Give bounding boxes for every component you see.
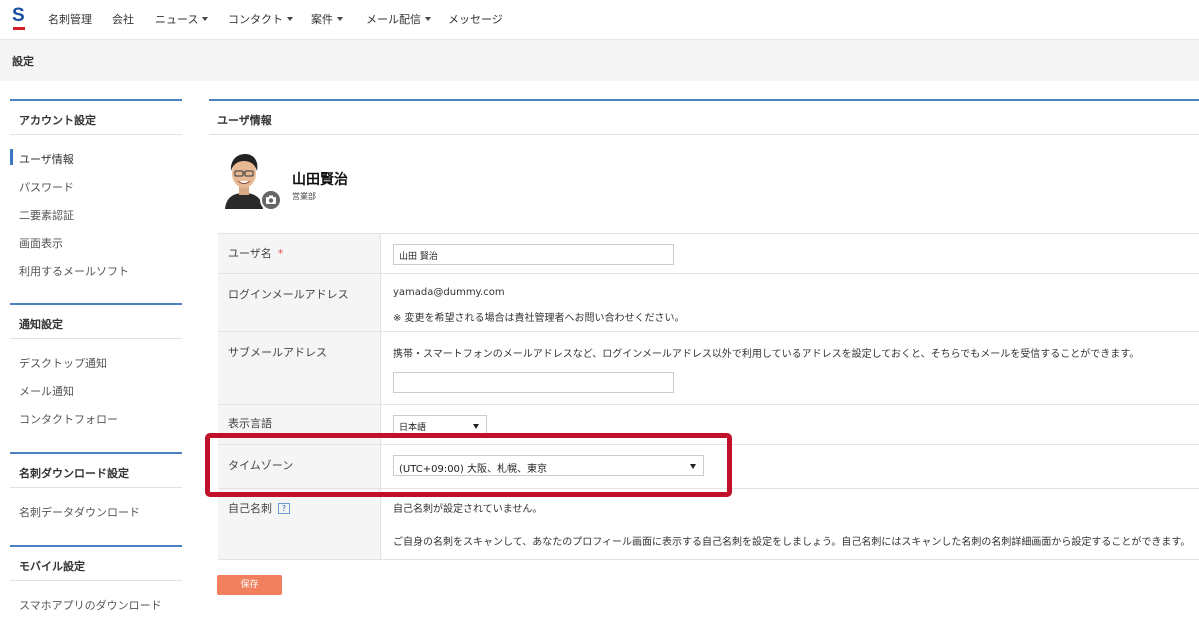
- own-card-status: 自己名刺が設定されていません。: [393, 504, 543, 515]
- sidebar-section-account: アカウント設定 ユーザ情報 パスワード 二要素認証 画面表示 利用するメールソフ…: [10, 99, 182, 283]
- field-label: ユーザ名 *: [218, 234, 381, 273]
- app-logo[interactable]: S: [12, 6, 26, 30]
- logo-letter: S: [12, 5, 25, 26]
- chevron-down-icon: [425, 17, 431, 21]
- nav-item-contact[interactable]: コンタクト: [228, 11, 293, 27]
- top-nav: S 名刺管理 会社 ニュース コンタクト 案件 メール配信 メッセージ: [0, 0, 1199, 40]
- form-row-sub-email: サブメールアドレス 携帯・スマートフォンのメールアドレスなど、ログインメールアド…: [218, 332, 1199, 405]
- login-email-value: yamada@dummy.com: [393, 287, 505, 298]
- sub-email-description: 携帯・スマートフォンのメールアドレスなど、ログインメールアドレス以外で利用してい…: [393, 349, 1140, 360]
- panel-title: ユーザ情報: [209, 99, 1199, 135]
- sidebar-section-notifications: 通知設定 デスクトップ通知 メール通知 コンタクトフォロー: [10, 303, 182, 431]
- sidebar-section-title: 名刺ダウンロード設定: [10, 452, 182, 488]
- avatar: [222, 151, 282, 211]
- nav-item-mail-delivery[interactable]: メール配信: [366, 11, 431, 27]
- required-mark: *: [277, 247, 284, 260]
- field-label: 自己名刺?: [218, 489, 381, 559]
- sidebar-item-display[interactable]: 画面表示: [10, 227, 182, 255]
- help-icon[interactable]: ?: [278, 503, 290, 514]
- sidebar-section-card-download: 名刺ダウンロード設定 名刺データダウンロード: [10, 452, 182, 524]
- form-row-own-card: 自己名刺? 自己名刺が設定されていません。 ご自身の名刺をスキャンして、あなたの…: [218, 489, 1199, 560]
- sidebar-item-app-download[interactable]: スマホアプリのダウンロード: [10, 589, 182, 617]
- own-card-description: ご自身の名刺をスキャンして、あなたのプロフィール画面に表示する自己名刺を設定をし…: [393, 537, 1191, 548]
- nav-item-deals[interactable]: 案件: [311, 11, 343, 27]
- sidebar-item-user-info[interactable]: ユーザ情報: [10, 143, 182, 171]
- sidebar-section-title: 通知設定: [10, 303, 182, 339]
- login-email-note: ※ 変更を希望される場合は貴社管理者へお問い合わせください。: [393, 313, 685, 324]
- sidebar-item-two-factor[interactable]: 二要素認証: [10, 199, 182, 227]
- language-select[interactable]: 日本語: [393, 415, 487, 434]
- nav-item-messages[interactable]: メッセージ: [448, 11, 503, 27]
- chevron-down-icon: [202, 17, 209, 21]
- username-field[interactable]: 山田 賢治: [393, 244, 674, 265]
- form-row-username: ユーザ名 * 山田 賢治: [218, 234, 1199, 274]
- sidebar-item-contact-follow[interactable]: コンタクトフォロー: [10, 403, 182, 431]
- user-info-panel: ユーザ情報: [209, 99, 1199, 135]
- sidebar-section-mobile: モバイル設定 スマホアプリのダウンロード: [10, 545, 182, 617]
- sidebar-item-desktop-notification[interactable]: デスクトップ通知: [10, 347, 182, 375]
- profile-department: 営業部: [292, 192, 316, 201]
- nav-item-news[interactable]: ニュース: [155, 11, 209, 27]
- camera-icon[interactable]: [260, 189, 282, 211]
- logo-underline: [13, 27, 25, 30]
- nav-item-company[interactable]: 会社: [112, 11, 134, 27]
- sidebar-item-mail-notification[interactable]: メール通知: [10, 375, 182, 403]
- sidebar-item-password[interactable]: パスワード: [10, 171, 182, 199]
- chevron-down-icon: [337, 17, 343, 21]
- field-label: サブメールアドレス: [218, 332, 381, 404]
- chevron-down-icon: [473, 424, 479, 429]
- sidebar-section-title: アカウント設定: [10, 99, 182, 135]
- nav-item-cards[interactable]: 名刺管理: [48, 11, 92, 27]
- user-info-form: ユーザ名 * 山田 賢治 ログインメールアドレス yamada@dummy.com…: [218, 233, 1199, 560]
- settings-header: 設定: [0, 41, 1199, 81]
- field-label: ログインメールアドレス: [218, 274, 381, 331]
- save-button[interactable]: 保存: [217, 575, 282, 595]
- sidebar-item-card-data-download[interactable]: 名刺データダウンロード: [10, 496, 182, 524]
- timezone-highlight-box: [205, 433, 732, 497]
- profile-name: 山田賢治: [292, 172, 348, 188]
- sidebar-section-title: モバイル設定: [10, 545, 182, 581]
- chevron-down-icon: [287, 17, 293, 21]
- page-title: 設定: [12, 55, 34, 68]
- form-row-login-email: ログインメールアドレス yamada@dummy.com ※ 変更を希望される場…: [218, 274, 1199, 332]
- sidebar-item-mail-software[interactable]: 利用するメールソフト: [10, 255, 182, 283]
- sub-email-field[interactable]: [393, 372, 674, 393]
